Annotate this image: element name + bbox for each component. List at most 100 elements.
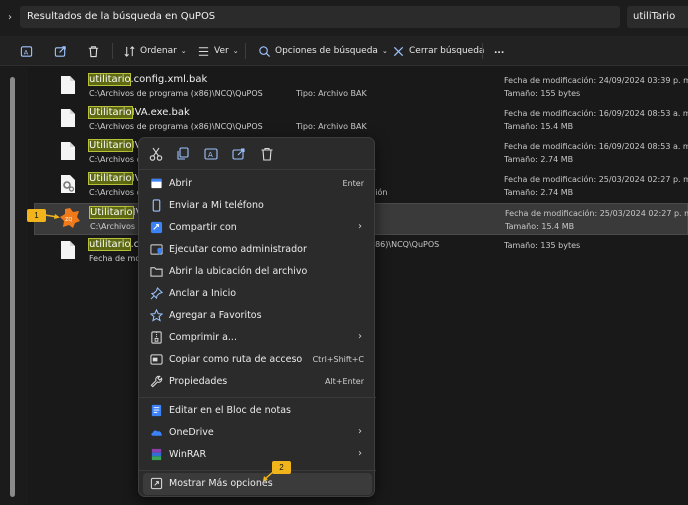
chevron-right-icon: › <box>358 221 362 232</box>
menu-item-label: Enviar a Mi teléfono <box>169 200 264 211</box>
scrollbar[interactable] <box>10 77 15 497</box>
chevron-right-icon: › <box>358 426 362 437</box>
close-search-button[interactable]: Cerrar búsqueda <box>392 41 484 61</box>
copy-path-icon <box>150 354 163 365</box>
match-highlight: Utilitario <box>88 172 133 185</box>
file-date: Fecha de modificación: 24/09/2024 03:39 … <box>504 76 688 85</box>
address-bar: › Resultados de la búsqueda en QuPOS uti… <box>0 0 688 36</box>
menu-item-label: Mostrar Más opciones <box>169 478 273 489</box>
close-icon <box>393 46 404 56</box>
close-search-label: Cerrar búsqueda <box>409 46 485 56</box>
file-path: C:\Archivos de programa (x86)\NCQ\QuPOS <box>89 89 263 98</box>
menu-item-pin-start[interactable]: Anclar a Inicio <box>143 283 372 305</box>
chevron-down-icon: ⌄ <box>381 47 388 55</box>
sort-button[interactable]: Ordenar ⌄ <box>123 41 187 61</box>
menu-item-more-options[interactable]: Mostrar Más opciones <box>143 473 372 495</box>
search-options-label: Opciones de búsqueda <box>275 46 378 56</box>
more-options-icon <box>150 477 163 490</box>
arrow-icon <box>45 214 60 219</box>
match-highlight: utilitario <box>87 73 132 86</box>
file-icon <box>61 142 75 160</box>
navigation-pane <box>0 67 28 505</box>
share-icon[interactable] <box>231 146 247 162</box>
menu-item-winrar[interactable]: WinRAR › <box>143 444 372 466</box>
app-icon: ZQ <box>60 208 80 228</box>
file-row[interactable]: UtilitarioIVA.exe.bak C:\Archivos de pro… <box>34 104 688 136</box>
search-icon <box>259 45 271 57</box>
sort-icon <box>124 45 135 57</box>
cut-icon[interactable] <box>148 146 164 162</box>
match-highlight: Utilitario <box>89 206 134 219</box>
file-row[interactable]: utilitario.config.xml.bak C:\Archivos de… <box>34 71 688 103</box>
folder-icon <box>150 267 163 277</box>
trash-icon[interactable] <box>259 146 275 162</box>
view-label: Ver <box>214 46 229 56</box>
menu-item-label: Abrir <box>169 178 192 189</box>
delete-button[interactable] <box>87 41 100 61</box>
trash-icon <box>88 45 99 57</box>
config-file-icon <box>61 175 75 193</box>
rename-icon: A <box>20 45 33 57</box>
breadcrumb[interactable]: Resultados de la búsqueda en QuPOS <box>20 6 620 28</box>
menu-item-compress[interactable]: Comprimir a... › <box>143 327 372 349</box>
more-button[interactable]: ... <box>494 41 504 61</box>
file-type: Tipo: Archivo BAK <box>296 89 367 98</box>
file-icon <box>61 109 75 127</box>
breadcrumb-text: Resultados de la búsqueda en QuPOS <box>27 11 216 22</box>
search-input[interactable]: utiliTario <box>627 6 688 28</box>
phone-icon <box>152 199 161 212</box>
rename-icon[interactable]: A <box>203 146 219 162</box>
wrench-icon <box>150 375 163 388</box>
match-highlight: Utilitario <box>88 106 133 119</box>
file-date: Fecha de modificación: 16/09/2024 08:53 … <box>504 142 688 151</box>
chevron-right-icon: › <box>358 331 362 342</box>
compress-icon <box>151 331 162 344</box>
menu-item-onedrive[interactable]: OneDrive › <box>143 422 372 444</box>
menu-item-label: Compartir con <box>169 222 237 233</box>
menu-item-notepad[interactable]: Editar en el Bloc de notas <box>143 400 372 422</box>
chevron-right-icon[interactable]: › <box>8 12 12 23</box>
menu-item-shortcut: Enter <box>342 179 364 188</box>
view-button[interactable]: Ver ⌄ <box>197 41 239 61</box>
menu-item-send-phone[interactable]: Enviar a Mi teléfono <box>143 195 372 217</box>
menu-item-open[interactable]: Abrir Enter <box>143 173 372 195</box>
rename-button[interactable]: A <box>20 41 33 61</box>
file-type: Tipo: Archivo BAK <box>296 122 367 131</box>
menu-separator <box>139 397 376 398</box>
menu-item-label: Anclar a Inicio <box>169 288 237 299</box>
toolbar-separator <box>482 43 483 59</box>
star-icon <box>150 309 163 322</box>
menu-item-open-location[interactable]: Abrir la ubicación del archivo <box>143 261 372 283</box>
file-size: Tamaño: 15.4 MB <box>504 122 574 131</box>
file-path: C:\Archivos de programa (x86)\NCQ\QuPOS <box>89 122 263 131</box>
file-size: Tamaño: 135 bytes <box>504 241 581 250</box>
file-name-rest: .config.xml.bak <box>130 74 208 85</box>
context-menu-quick-actions: A <box>139 138 376 170</box>
match-highlight: utilitario <box>87 238 132 251</box>
copy-icon[interactable] <box>175 146 191 162</box>
menu-item-run-admin[interactable]: Ejecutar como administrador <box>143 239 372 261</box>
menu-item-shortcut: Ctrl+Shift+C <box>312 355 364 364</box>
svg-text:A: A <box>208 151 213 159</box>
menu-item-label: Propiedades <box>169 376 228 387</box>
menu-item-add-favorites[interactable]: Agregar a Favoritos <box>143 305 372 327</box>
file-date: Fecha de modificación: 16/09/2024 08:53 … <box>504 109 688 118</box>
file-size: Tamaño: 155 bytes <box>504 89 581 98</box>
file-date: Fecha de modificación: 25/03/2024 02:27 … <box>505 209 688 218</box>
file-icon <box>61 241 75 259</box>
chevron-down-icon: ⌄ <box>232 47 239 55</box>
sort-label: Ordenar <box>140 46 177 56</box>
arrow-icon <box>263 470 275 481</box>
search-value: utiliTario <box>633 11 676 22</box>
annotation-badge-1: 1 <box>27 209 46 222</box>
menu-item-properties[interactable]: Propiedades Alt+Enter <box>143 371 372 393</box>
notepad-icon <box>151 404 162 417</box>
file-size: Tamaño: 2.74 MB <box>504 188 574 197</box>
file-name: utilitario.co <box>87 238 145 251</box>
menu-item-shortcut: Alt+Enter <box>324 377 364 386</box>
search-options-button[interactable]: Opciones de búsqueda ⌄ <box>258 41 388 61</box>
menu-item-copy-path[interactable]: Copiar como ruta de acceso Ctrl+Shift+C <box>143 349 372 371</box>
share-button[interactable] <box>54 41 67 61</box>
command-bar: A Ordenar ⌄ Ver ⌄ Opciones de búsqueda ⌄… <box>0 36 688 66</box>
menu-item-share-with[interactable]: Compartir con › <box>143 217 372 239</box>
